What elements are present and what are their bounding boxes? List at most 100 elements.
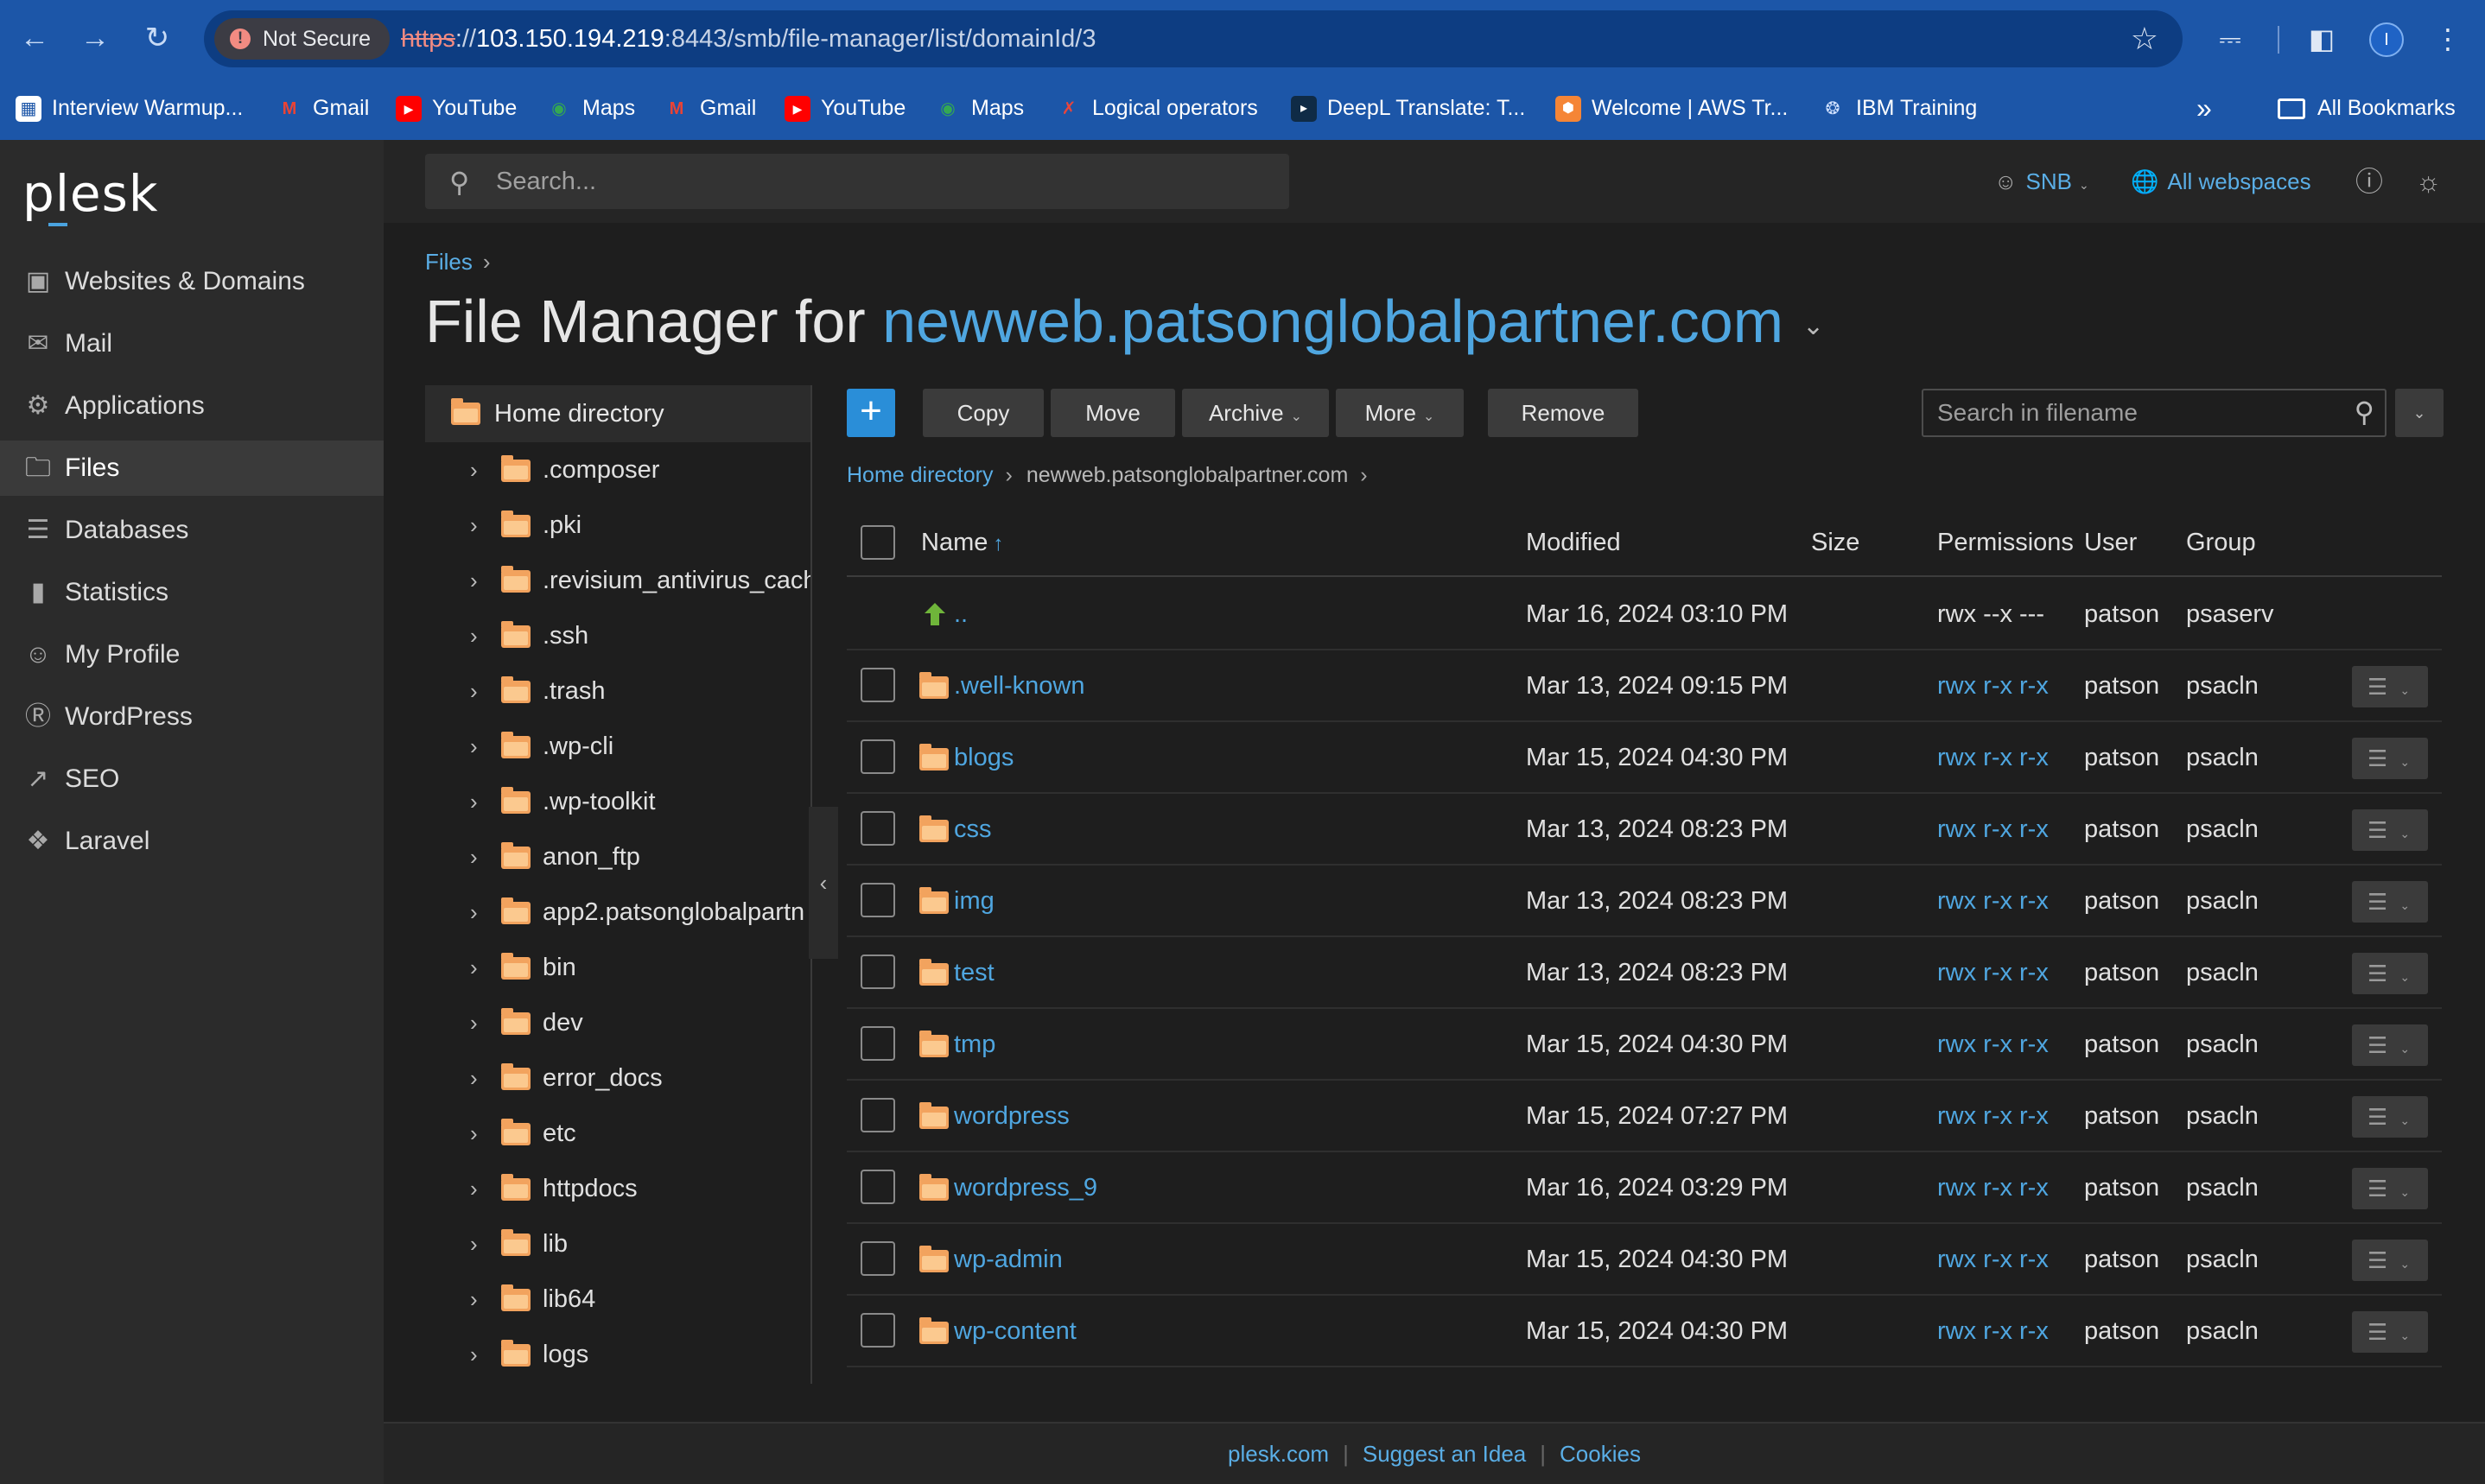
- bookmark-star-icon[interactable]: ☆: [2131, 19, 2158, 59]
- tree-item[interactable]: › app2.patsonglobalpartn: [425, 885, 810, 940]
- row-permissions-link[interactable]: rwx r-x r-x: [1937, 1152, 2049, 1223]
- sidebar-item-databases[interactable]: ☰ Databases: [0, 503, 384, 558]
- footer-link-suggest-idea[interactable]: Suggest an Idea: [1363, 1441, 1526, 1467]
- sidebar-item-websites-domains[interactable]: ▣ Websites & Domains: [0, 254, 384, 309]
- forward-icon[interactable]: →: [74, 17, 116, 59]
- remove-button[interactable]: Remove: [1488, 389, 1638, 437]
- table-row[interactable]: wp-content Mar 15, 2024 04:30 PM rwx r-x…: [847, 1296, 2442, 1367]
- sidebar-item-applications[interactable]: ⚙ Applications: [0, 378, 384, 434]
- tree-item[interactable]: › error_docs: [425, 1050, 810, 1106]
- table-row-parent[interactable]: .. Mar 16, 2024 03:10 PM rwx --x --- pat…: [847, 579, 2442, 650]
- back-icon[interactable]: ←: [14, 17, 55, 59]
- bookmark-item[interactable]: ❂ IBM Training: [1820, 83, 1978, 133]
- tree-root-home[interactable]: Home directory: [425, 385, 810, 442]
- sidebar-item-my-profile[interactable]: ☺ My Profile: [0, 627, 384, 682]
- table-row[interactable]: blogs Mar 15, 2024 04:30 PM rwx r-x r-x …: [847, 722, 2442, 794]
- chevron-right-icon[interactable]: ›: [470, 442, 478, 498]
- row-checkbox[interactable]: [861, 954, 895, 989]
- plesk-logo[interactable]: plesk: [22, 164, 158, 226]
- move-button[interactable]: Move: [1051, 389, 1175, 437]
- column-size[interactable]: Size: [1811, 508, 1859, 577]
- row-actions-button[interactable]: ☰ ⌄: [2352, 953, 2428, 994]
- search-options-button[interactable]: ⌄: [2395, 389, 2444, 437]
- chevron-right-icon[interactable]: ›: [470, 719, 478, 774]
- table-row[interactable]: css Mar 13, 2024 08:23 PM rwx r-x r-x pa…: [847, 794, 2442, 866]
- url-text[interactable]: https://103.150.194.219:8443/smb/file-ma…: [401, 10, 1096, 67]
- row-checkbox[interactable]: [861, 668, 895, 702]
- chevron-right-icon[interactable]: ›: [470, 663, 478, 719]
- tree-item[interactable]: › .trash: [425, 663, 810, 719]
- bookmark-item[interactable]: ▸ DeepL Translate: T...: [1291, 83, 1525, 133]
- sidepanel-icon[interactable]: ◧: [2300, 17, 2343, 60]
- help-icon[interactable]: ⓘ: [2355, 140, 2383, 223]
- row-name-link[interactable]: wp-admin: [954, 1224, 1063, 1295]
- column-user[interactable]: User: [2084, 508, 2137, 577]
- tree-item[interactable]: › lib64: [425, 1272, 810, 1327]
- row-actions-button[interactable]: ☰ ⌄: [2352, 1024, 2428, 1066]
- address-bar[interactable]: ! Not Secure https://103.150.194.219:844…: [204, 10, 2183, 67]
- sidebar-item-files[interactable]: 🗀 Files: [0, 441, 384, 496]
- row-name-link[interactable]: tmp: [954, 1009, 995, 1080]
- row-permissions-link[interactable]: rwx r-x r-x: [1937, 794, 2049, 865]
- chevron-right-icon[interactable]: ›: [470, 1327, 478, 1382]
- row-permissions-link[interactable]: rwx r-x r-x: [1937, 722, 2049, 793]
- row-actions-button[interactable]: ☰ ⌄: [2352, 881, 2428, 923]
- row-name-link[interactable]: wordpress: [954, 1081, 1070, 1151]
- tree-item[interactable]: › lib: [425, 1216, 810, 1272]
- row-checkbox[interactable]: [861, 811, 895, 846]
- row-actions-button[interactable]: ☰ ⌄: [2352, 809, 2428, 851]
- chevron-right-icon[interactable]: ›: [470, 553, 478, 608]
- add-button[interactable]: +: [847, 389, 895, 437]
- chevron-right-icon[interactable]: ›: [470, 1216, 478, 1272]
- row-permissions-link[interactable]: rwx r-x r-x: [1937, 1296, 2049, 1367]
- row-name-link[interactable]: css: [954, 794, 992, 865]
- sidebar-item-statistics[interactable]: ▮ Statistics: [0, 565, 384, 620]
- row-checkbox[interactable]: [861, 1241, 895, 1276]
- all-bookmarks-button[interactable]: All Bookmarks: [2278, 83, 2456, 133]
- row-name-link[interactable]: img: [954, 866, 995, 936]
- sidebar-item-seo[interactable]: ↗ SEO: [0, 752, 384, 807]
- user-menu[interactable]: ☺ SNB ⌄: [1994, 140, 2089, 223]
- archive-button[interactable]: Archive ⌄: [1182, 389, 1329, 437]
- tree-item[interactable]: › bin: [425, 940, 810, 995]
- row-name-link[interactable]: wordpress_9: [954, 1152, 1097, 1223]
- sidebar-item-mail[interactable]: ✉ Mail: [0, 316, 384, 371]
- row-checkbox[interactable]: [861, 1098, 895, 1132]
- chevron-right-icon[interactable]: ›: [470, 498, 478, 553]
- row-checkbox[interactable]: [861, 1313, 895, 1348]
- chevron-right-icon[interactable]: ›: [470, 1272, 478, 1327]
- path-home-link[interactable]: Home directory: [847, 463, 994, 487]
- reload-icon[interactable]: ↻: [137, 17, 178, 59]
- row-permissions-link[interactable]: rwx r-x r-x: [1937, 866, 2049, 936]
- tree-item[interactable]: › dev: [425, 995, 810, 1050]
- domain-link[interactable]: newweb.patsonglobalpartner.com: [882, 288, 1783, 355]
- more-button[interactable]: More ⌄: [1336, 389, 1464, 437]
- search-icon[interactable]: ⚲: [2355, 396, 2374, 428]
- tree-item[interactable]: › logs: [425, 1327, 810, 1382]
- footer-link-cookies[interactable]: Cookies: [1560, 1441, 1641, 1467]
- table-row[interactable]: wordpress_9 Mar 16, 2024 03:29 PM rwx r-…: [847, 1152, 2442, 1224]
- footer-link-plesk[interactable]: plesk.com: [1228, 1441, 1329, 1467]
- sidebar-item-wordpress[interactable]: Ⓡ WordPress: [0, 689, 384, 745]
- bookmark-item[interactable]: M Gmail: [276, 83, 370, 133]
- more-bookmarks-button[interactable]: »: [2196, 83, 2212, 133]
- bookmark-item[interactable]: ▶ YouTube: [785, 83, 906, 133]
- column-name[interactable]: Name ↑: [921, 508, 1003, 579]
- security-chip[interactable]: ! Not Secure: [214, 18, 391, 60]
- table-row[interactable]: img Mar 13, 2024 08:23 PM rwx r-x r-x pa…: [847, 866, 2442, 937]
- row-name-link[interactable]: wp-content: [954, 1296, 1077, 1367]
- row-checkbox[interactable]: [861, 739, 895, 774]
- row-actions-button[interactable]: ☰ ⌄: [2352, 1240, 2428, 1281]
- row-permissions-link[interactable]: rwx r-x r-x: [1937, 1009, 2049, 1080]
- row-permissions-link[interactable]: rwx r-x r-x: [1937, 1081, 2049, 1151]
- bookmark-item[interactable]: ▦ Interview Warmup...: [16, 83, 243, 133]
- row-actions-button[interactable]: ☰ ⌄: [2352, 666, 2428, 707]
- row-checkbox[interactable]: [861, 883, 895, 917]
- theme-toggle-icon[interactable]: ☼: [2416, 140, 2441, 223]
- tree-item[interactable]: › .revisium_antivirus_cach: [425, 553, 810, 608]
- extensions-icon[interactable]: ⎓: [2209, 17, 2252, 60]
- bookmark-item[interactable]: ◉ Maps: [546, 83, 635, 133]
- row-checkbox[interactable]: [861, 1170, 895, 1204]
- tree-item[interactable]: › httpdocs: [425, 1161, 810, 1216]
- table-row[interactable]: test Mar 13, 2024 08:23 PM rwx r-x r-x p…: [847, 937, 2442, 1009]
